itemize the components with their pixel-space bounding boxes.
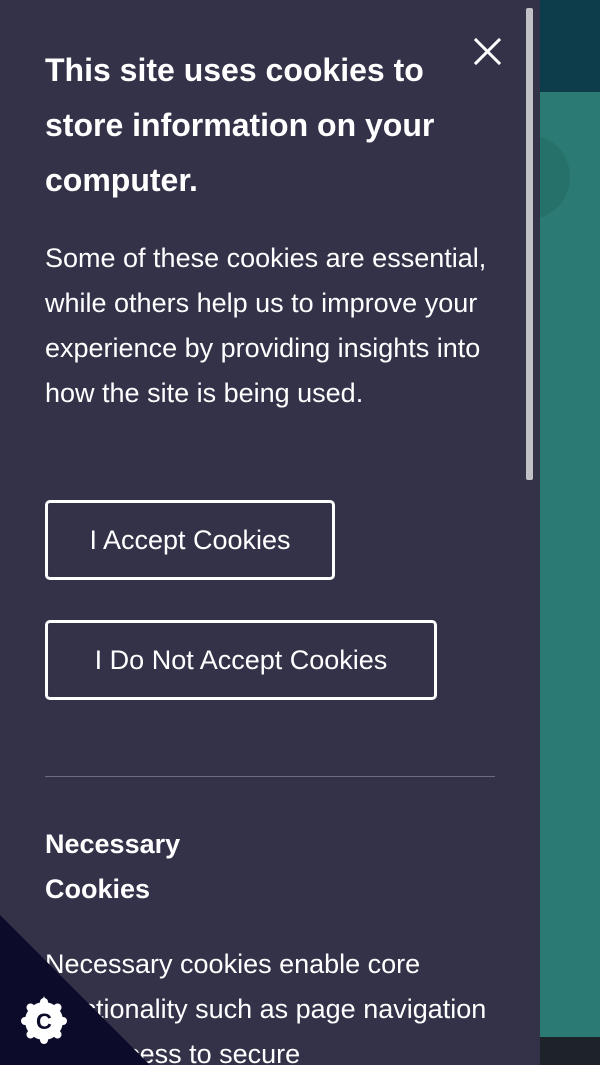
cookie-panel-intro: Some of these cookies are essential, whi… <box>45 243 487 408</box>
close-icon <box>473 37 502 66</box>
panel-scrollbar-thumb[interactable] <box>526 8 533 480</box>
accept-cookies-button[interactable]: I Accept Cookies <box>45 500 335 580</box>
cookie-panel-title: This site uses cookies to store informat… <box>45 52 435 198</box>
close-button[interactable] <box>466 32 508 74</box>
cookie-settings-button[interactable] <box>0 915 150 1065</box>
reject-cookies-button[interactable]: I Do Not Accept Cookies <box>45 620 437 700</box>
necessary-cookies-heading: Necessary Cookies <box>45 829 181 904</box>
section-divider <box>45 776 495 777</box>
cookie-consent-panel: This site uses cookies to store informat… <box>0 0 540 1065</box>
